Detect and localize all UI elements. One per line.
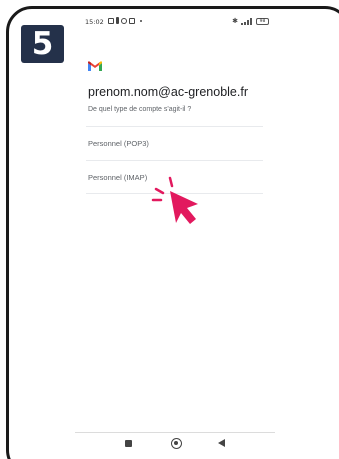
nav-divider (75, 432, 275, 433)
grid-icon (129, 17, 135, 24)
option-label: Personnel (IMAP) (88, 173, 148, 182)
account-type-question: De quel type de compte s'agit-il ? (88, 106, 192, 113)
option-pop3[interactable]: Personnel (POP3) (86, 126, 263, 160)
tutorial-screenshot: 5 15:02 ✱ 98 prenom.nom@ac-grenoble.fr D… (0, 0, 339, 459)
click-pointer-icon (151, 176, 198, 224)
option-label: Personnel (POP3) (88, 139, 149, 148)
status-right-icons: ✱ 98 (232, 17, 269, 25)
bluetooth-icon: ✱ (232, 17, 238, 25)
image-icon (108, 17, 114, 24)
notification-icon (116, 17, 119, 24)
recent-apps-icon[interactable] (125, 440, 132, 447)
alarm-icon (121, 17, 127, 24)
status-bar: 15:02 ✱ 98 (85, 16, 269, 30)
navigation-bar (100, 435, 240, 455)
step-number-badge: 5 (21, 25, 64, 63)
phone-frame (6, 6, 339, 459)
status-time: 15:02 (85, 18, 104, 26)
account-email: prenom.nom@ac-grenoble.fr (88, 85, 248, 99)
status-left-icons (108, 17, 142, 24)
gmail-logo (88, 61, 102, 71)
signal-icon (241, 17, 253, 25)
dot-icon (140, 19, 142, 22)
back-icon[interactable] (218, 439, 225, 447)
home-icon[interactable] (171, 438, 182, 449)
battery-icon: 98 (256, 17, 269, 25)
